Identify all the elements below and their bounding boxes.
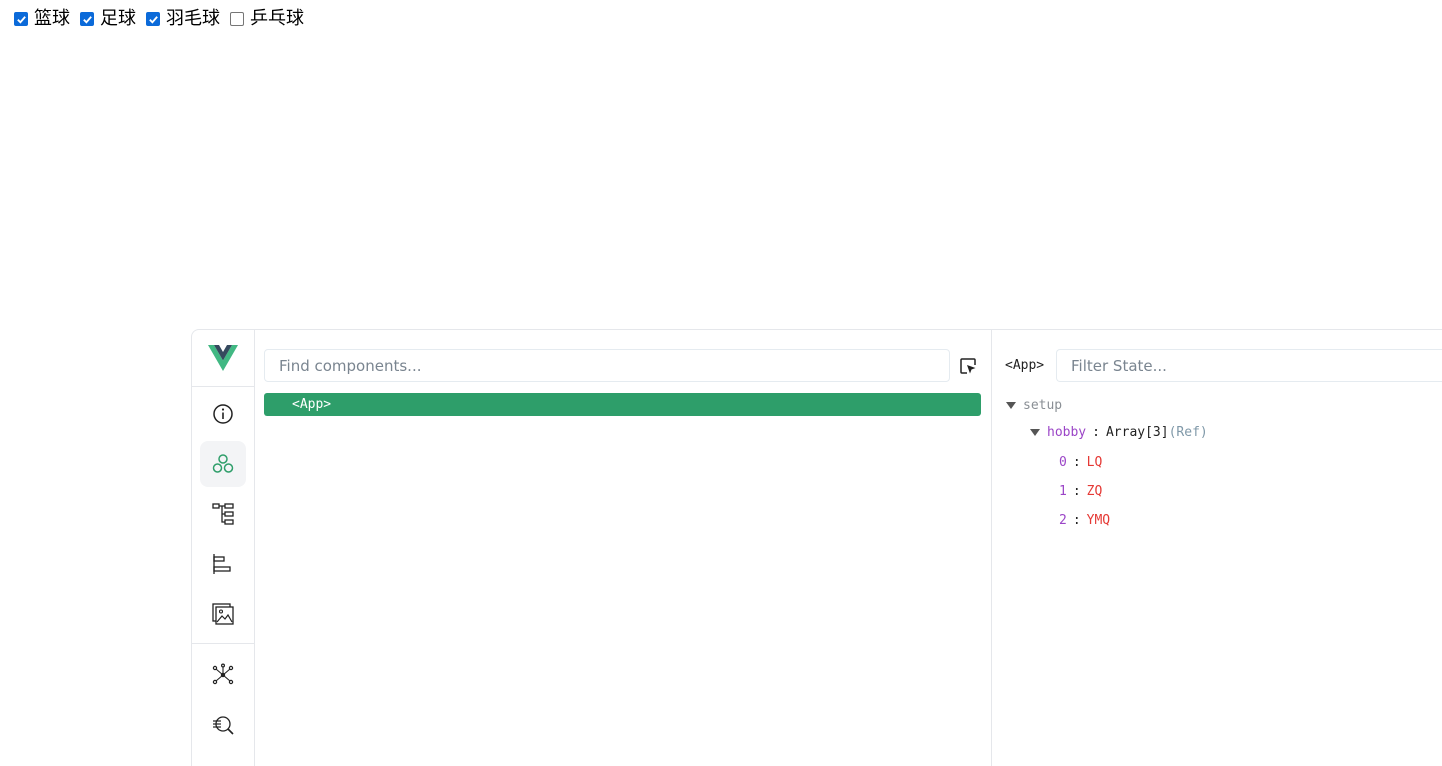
checkbox-label: 乒乓球 bbox=[250, 8, 304, 29]
field-key: hobby bbox=[1047, 424, 1087, 440]
component-tree-node-app[interactable]: <App> bbox=[264, 393, 981, 416]
checkbox[interactable] bbox=[80, 12, 94, 26]
graph-tab-button[interactable] bbox=[200, 652, 246, 698]
checkbox-label: 篮球 bbox=[34, 8, 70, 29]
filter-state-box bbox=[1056, 349, 1442, 382]
check-icon bbox=[82, 15, 92, 24]
array-value: YMQ bbox=[1086, 513, 1111, 528]
state-field-hobby[interactable]: hobby : Array[3] (Ref) bbox=[1030, 416, 1208, 448]
checkbox-item-football[interactable]: 足球 bbox=[80, 8, 136, 30]
info-icon bbox=[213, 404, 233, 424]
tree-icon bbox=[212, 503, 234, 525]
colon: : bbox=[1092, 424, 1100, 440]
section-label: setup bbox=[1023, 397, 1063, 413]
state-section-setup[interactable]: setup bbox=[1006, 394, 1208, 416]
array-index: 2 bbox=[1059, 513, 1067, 528]
components-tab-button[interactable] bbox=[200, 441, 246, 487]
vue-logo-icon bbox=[208, 345, 238, 371]
checkbox-item-badminton[interactable]: 羽毛球 bbox=[146, 8, 220, 30]
array-index: 1 bbox=[1059, 484, 1067, 499]
component-node-label: <App> bbox=[292, 397, 332, 412]
vue-devtools-panel: <App> <App> setup hobby : Array[3] (Ref)… bbox=[191, 329, 1442, 766]
colon: : bbox=[1072, 513, 1081, 528]
expand-triangle-icon bbox=[1030, 428, 1040, 436]
array-item-1[interactable]: 1 : ZQ bbox=[1059, 477, 1208, 506]
checkbox[interactable] bbox=[230, 12, 244, 26]
field-type: Array[3] bbox=[1105, 424, 1169, 440]
component-search-box bbox=[264, 349, 950, 382]
checkbox-item-pingpong[interactable]: 乒乓球 bbox=[230, 8, 304, 30]
array-value: LQ bbox=[1086, 455, 1103, 470]
image-icon bbox=[212, 603, 234, 625]
devtools-sidebar bbox=[192, 330, 255, 766]
assets-tab-button[interactable] bbox=[200, 591, 246, 637]
timeline-tab-button[interactable] bbox=[200, 541, 246, 587]
array-value: ZQ bbox=[1086, 484, 1103, 499]
array-item-2[interactable]: 2 : YMQ bbox=[1059, 506, 1208, 535]
checkbox[interactable] bbox=[14, 12, 28, 26]
component-search-input[interactable] bbox=[279, 356, 949, 375]
timeline-icon bbox=[213, 554, 231, 574]
components-icon bbox=[212, 454, 234, 473]
component-tree-tab-button[interactable] bbox=[200, 491, 246, 537]
checkbox-item-basketball[interactable]: 篮球 bbox=[14, 8, 70, 30]
selected-component-tag: <App> bbox=[1005, 358, 1045, 373]
search-list-icon bbox=[213, 716, 234, 735]
state-inspector-pane: <App> setup hobby : Array[3] (Ref) 0 : L… bbox=[992, 330, 1442, 766]
check-icon bbox=[16, 15, 26, 24]
ref-badge: (Ref) bbox=[1168, 424, 1208, 440]
colon: : bbox=[1072, 455, 1081, 470]
vue-logo bbox=[192, 330, 254, 387]
inspect-search-tab-button[interactable] bbox=[200, 702, 246, 748]
array-item-0[interactable]: 0 : LQ bbox=[1059, 448, 1208, 477]
colon: : bbox=[1072, 484, 1081, 499]
graph-icon bbox=[212, 663, 234, 685]
check-icon bbox=[148, 15, 158, 24]
array-index: 0 bbox=[1059, 455, 1067, 470]
sidebar-divider bbox=[192, 643, 254, 644]
select-component-button[interactable] bbox=[958, 356, 978, 376]
component-tree-pane: <App> bbox=[255, 330, 992, 766]
hobby-checkbox-group: 篮球 足球 羽毛球 乒乓球 bbox=[14, 8, 314, 30]
info-tab-button[interactable] bbox=[200, 391, 246, 437]
expand-triangle-icon bbox=[1006, 401, 1016, 409]
checkbox-label: 羽毛球 bbox=[166, 8, 220, 29]
checkbox[interactable] bbox=[146, 12, 160, 26]
checkbox-label: 足球 bbox=[100, 8, 136, 29]
state-tree: setup hobby : Array[3] (Ref) 0 : LQ 1 : … bbox=[1006, 394, 1208, 535]
filter-state-input[interactable] bbox=[1071, 356, 1442, 375]
cursor-select-icon bbox=[960, 358, 976, 374]
